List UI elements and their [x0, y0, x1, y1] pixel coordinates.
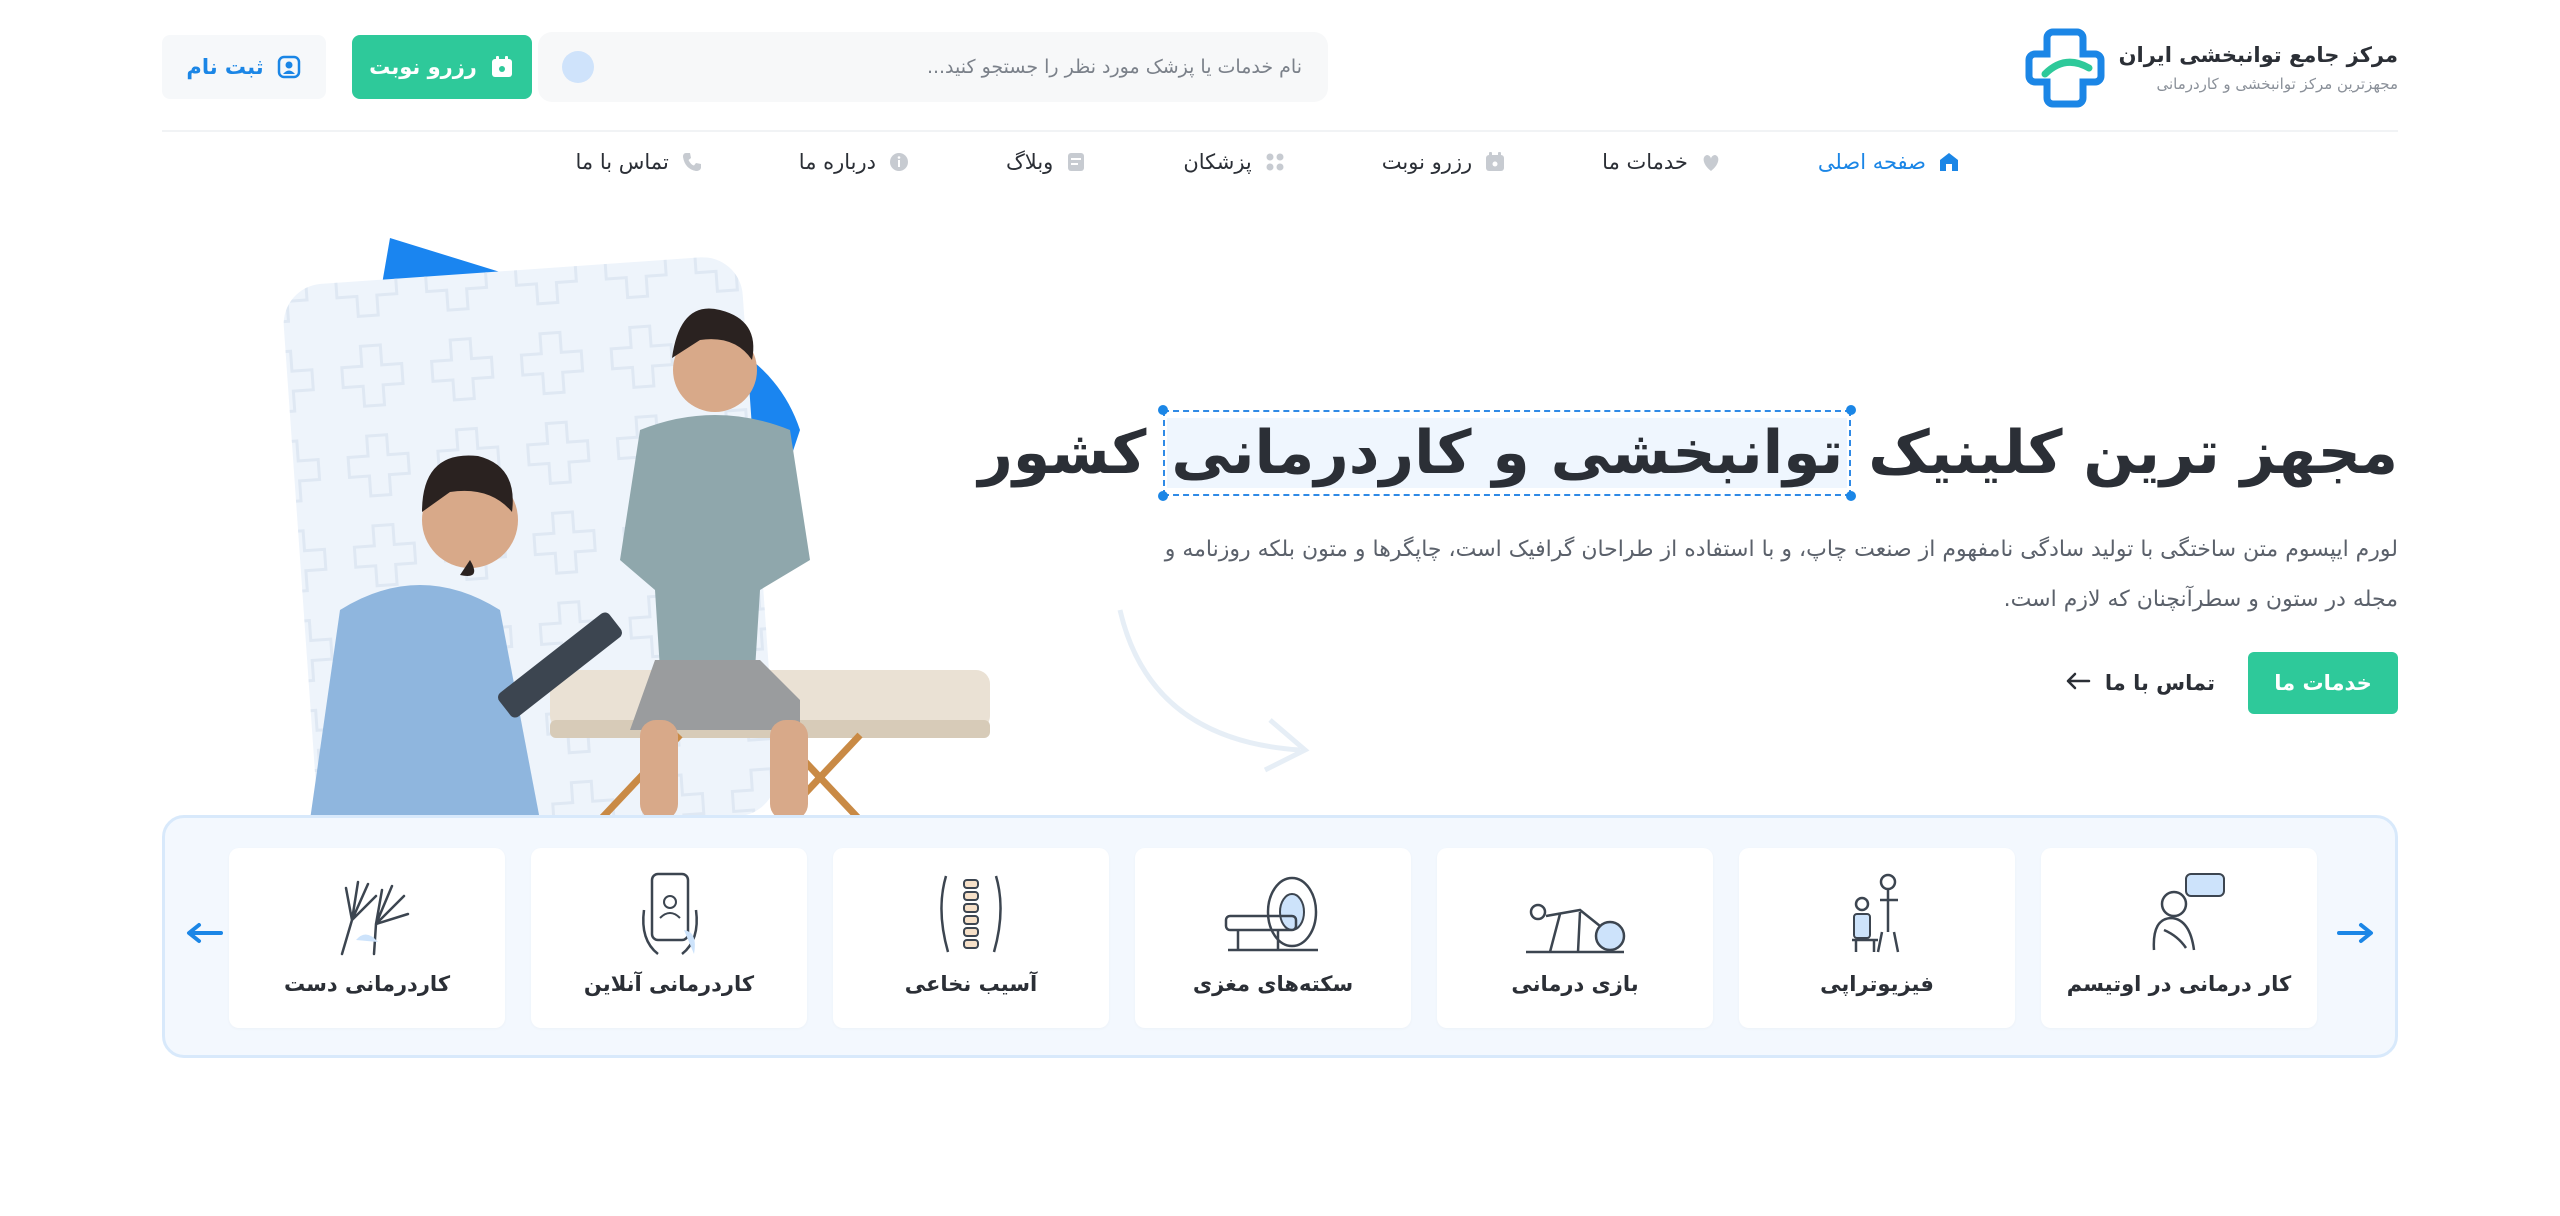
- service-label: بازی درمانی: [1511, 972, 1639, 996]
- home-icon: [1938, 151, 1960, 173]
- phone-icon: [681, 151, 703, 173]
- logo-text: مرکز جامع توانبخشی ایران مجهزترین مرکز ت…: [2119, 43, 2398, 93]
- carousel-prev-arrow-icon[interactable]: [183, 918, 227, 948]
- service-label: کاردرمانی دست: [283, 972, 451, 996]
- service-card-hand-therapy[interactable]: کاردرمانی دست: [229, 848, 505, 1028]
- search-bar[interactable]: [538, 32, 1328, 102]
- carousel-next-arrow-icon[interactable]: [2333, 918, 2377, 948]
- logo-subtitle: مجهزترین مرکز توانبخشی و کاردرمانی: [2156, 75, 2398, 93]
- arrow-left-icon: [2065, 671, 2091, 696]
- nav-item-label: رزرو نوبت: [1381, 150, 1473, 174]
- service-label: کار درمانی در اوتیسم: [2066, 972, 2292, 996]
- nav-item-blog[interactable]: وبلاگ: [1006, 150, 1087, 174]
- medical-cross-logo-icon: [2025, 28, 2105, 108]
- nav-item-label: صفحه اصلی: [1817, 150, 1926, 174]
- user-icon: [276, 54, 302, 80]
- main-navigation: صفحه اصلی خدمات ما رزرو نوبت پزشکان وبلا…: [480, 150, 1960, 174]
- services-button[interactable]: خدمات ما: [2248, 652, 2398, 714]
- service-label: سکته‌های مغزی: [1192, 972, 1354, 996]
- contact-us-button[interactable]: تماس با ما: [2065, 652, 2215, 714]
- logo-title: مرکز جامع توانبخشی ایران: [2118, 43, 2398, 67]
- service-label: آسیب نخاعی: [904, 972, 1038, 996]
- hand-icon: [340, 880, 410, 956]
- site-header: مرکز جامع توانبخشی ایران مجهزترین مرکز ت…: [162, 22, 2398, 132]
- autism-icon: [2152, 873, 2225, 951]
- nav-item-label: خدمات ما: [1602, 150, 1688, 174]
- spine-icon: [940, 875, 1002, 953]
- service-card-spinal-injury[interactable]: آسیب نخاعی: [833, 848, 1109, 1028]
- blog-icon: [1065, 151, 1087, 173]
- nav-item-label: تماس با ما: [575, 150, 669, 174]
- hero-illustration: [160, 230, 1000, 843]
- reserve-appointment-button[interactable]: رزرو نوبت: [352, 35, 532, 99]
- nav-item-doctors[interactable]: پزشکان: [1183, 150, 1285, 174]
- services-carousel: کار درمانی در اوتیسم فیزیوتراپی بازی درم…: [162, 815, 2398, 1058]
- mri-scanner-icon: [1224, 876, 1318, 952]
- nav-item-label: پزشکان: [1183, 150, 1252, 174]
- contact-button-label: تماس با ما: [2104, 671, 2215, 695]
- hero-title-part1: مجهز ترین کلینیک: [1868, 418, 2399, 488]
- nav-item-contact[interactable]: تماس با ما: [576, 150, 703, 174]
- doctors-icon: [1264, 151, 1286, 173]
- service-card-autism[interactable]: کار درمانی در اوتیسم: [2041, 848, 2317, 1028]
- service-label: کاردرمانی آنلاین: [583, 972, 755, 996]
- search-input[interactable]: [662, 56, 1302, 78]
- search-icon[interactable]: [562, 51, 594, 83]
- online-phone-icon: [642, 872, 698, 955]
- play-therapy-icon: [1526, 903, 1626, 954]
- signup-button[interactable]: ثبت نام: [162, 35, 326, 99]
- selection-handle[interactable]: [1846, 405, 1857, 415]
- decorative-arrow-curve: [1117, 609, 1310, 773]
- nav-item-home[interactable]: صفحه اصلی: [1818, 150, 1960, 174]
- nav-item-services[interactable]: خدمات ما: [1602, 150, 1722, 174]
- nav-item-about[interactable]: درباره ما: [799, 150, 910, 174]
- hero-title-highlight-text: توانبخشی و کاردرمانی: [1171, 418, 1844, 488]
- hero-title-part2: کشور: [978, 418, 1147, 488]
- calendar-icon: [489, 54, 515, 80]
- selection-handle[interactable]: [1846, 491, 1857, 501]
- hero-description: لورم ایپسوم متن ساختگی با تولید سادگی نا…: [1164, 537, 2398, 612]
- selection-handle[interactable]: [1158, 491, 1169, 501]
- selection-handle[interactable]: [1158, 405, 1169, 415]
- nav-item-label: وبلاگ: [1006, 150, 1054, 174]
- hero-title-highlight[interactable]: توانبخشی و کاردرمانی: [1158, 405, 1857, 501]
- service-card-stroke[interactable]: سکته‌های مغزی: [1135, 848, 1411, 1028]
- services-icon: [1700, 151, 1722, 173]
- service-cards: کار درمانی در اوتیسم فیزیوتراپی بازی درم…: [229, 848, 2317, 1028]
- calendar-icon: [1484, 151, 1506, 173]
- service-label: فیزیوتراپی: [1820, 972, 1934, 996]
- nav-item-reserve[interactable]: رزرو نوبت: [1382, 150, 1506, 174]
- hero-title: مجهز ترین کلینیک توانبخشی و کاردرمانی کش…: [978, 405, 2399, 501]
- service-card-online-therapy[interactable]: کاردرمانی آنلاین: [531, 848, 807, 1028]
- signup-button-label: ثبت نام: [186, 55, 264, 79]
- service-card-physiotherapy[interactable]: فیزیوتراپی: [1739, 848, 2015, 1028]
- service-card-play-therapy[interactable]: بازی درمانی: [1437, 848, 1713, 1028]
- nav-item-label: درباره ما: [798, 150, 876, 174]
- physiotherapy-icon: [1852, 873, 1900, 953]
- reserve-button-label: رزرو نوبت: [369, 55, 477, 79]
- info-icon: [888, 151, 910, 173]
- site-logo[interactable]: مرکز جامع توانبخشی ایران مجهزترین مرکز ت…: [2025, 28, 2398, 108]
